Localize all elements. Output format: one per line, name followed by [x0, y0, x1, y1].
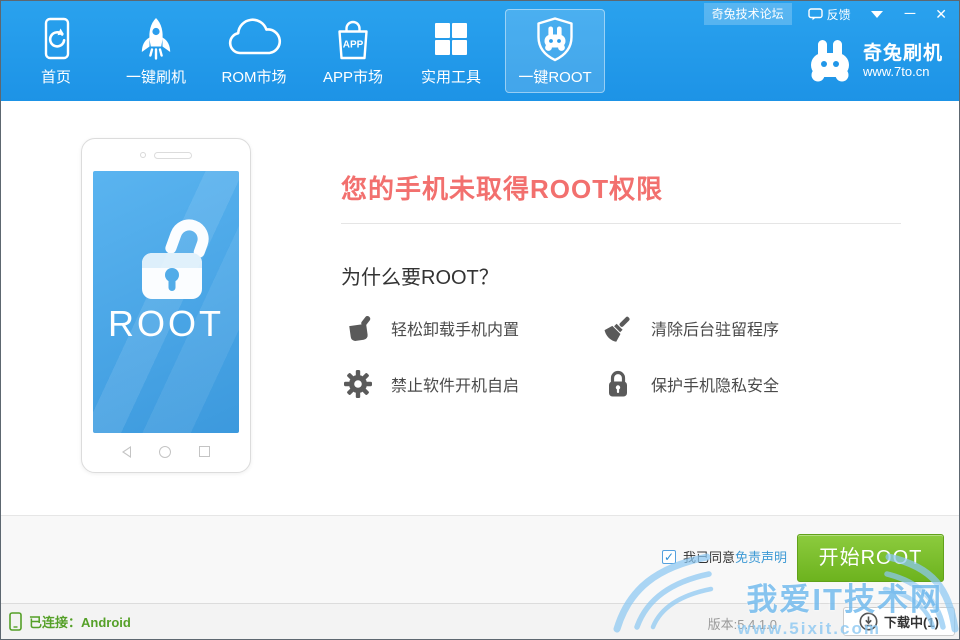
header: 首页 一键刷机 ROM市场: [1, 1, 959, 101]
feature-privacy: 保护手机隐私安全: [603, 369, 779, 399]
minimize-button[interactable]: ─: [905, 7, 916, 21]
tab-home[interactable]: 首页: [6, 9, 106, 93]
status-bar: 已连接：Android 版本:5.4.1.0 下载中(1): [1, 603, 959, 639]
menu-caret-icon[interactable]: [871, 11, 883, 18]
rabbit-logo-icon: [807, 39, 853, 83]
action-bar: ✓ 我已同意 免责声明 开始ROOT: [1, 515, 959, 603]
phone-root-text: ROOT: [93, 303, 239, 345]
tab-tools[interactable]: 实用工具: [401, 9, 501, 93]
feature-label: 保护手机隐私安全: [651, 372, 779, 396]
lock-icon: [603, 369, 633, 399]
connected-phone-icon: [9, 612, 22, 631]
phone-nav-buttons: [82, 446, 250, 458]
close-button[interactable]: ✕: [935, 6, 947, 23]
page-title: 您的手机未取得ROOT权限: [341, 169, 663, 206]
phone-recent-icon: [199, 446, 210, 457]
tab-root-active[interactable]: 一键ROOT: [505, 9, 605, 93]
tab-tools-label: 实用工具: [421, 66, 481, 87]
gear-icon: [343, 369, 373, 399]
home-refresh-icon: [34, 14, 78, 64]
phone-back-icon: [122, 446, 131, 458]
feature-autostart: 禁止软件开机自启: [343, 369, 519, 399]
version-label: 版本:5.4.1.0: [708, 614, 777, 633]
download-label: 下载中(1): [884, 612, 939, 631]
tab-app-market[interactable]: APP APP市场: [303, 9, 403, 93]
phone-camera-dot: [140, 152, 146, 158]
feature-clean: 清除后台驻留程序: [603, 313, 779, 343]
download-button[interactable]: 下载中(1): [843, 607, 955, 636]
forum-button[interactable]: 奇兔技术论坛: [704, 3, 792, 25]
tab-rom-market[interactable]: ROM市场: [204, 9, 304, 93]
tab-app-label: APP市场: [323, 66, 383, 87]
agree-label: 我已同意: [683, 547, 735, 566]
app-window: 首页 一键刷机 ROM市场: [0, 0, 960, 640]
phone-illustration: ROOT: [81, 138, 251, 473]
tab-flash[interactable]: 一键刷机: [106, 9, 206, 93]
app-bag-icon: APP: [329, 14, 377, 64]
speech-bubble-icon: [808, 8, 823, 21]
connection-status: 已连接：Android: [9, 604, 131, 639]
feature-label: 清除后台驻留程序: [651, 316, 779, 340]
feedback-button[interactable]: 反馈: [808, 6, 851, 23]
window-topbar: 奇兔技术论坛 反馈 ─ ✕: [704, 4, 953, 24]
shield-rabbit-icon: [531, 14, 579, 64]
disclaimer-link[interactable]: 免责声明: [735, 547, 787, 566]
cloud-icon: [226, 14, 282, 64]
agree-checkbox[interactable]: ✓: [662, 550, 676, 564]
tab-home-label: 首页: [41, 66, 71, 87]
app-logo: 奇兔刷机 www.7to.cn: [807, 39, 943, 83]
feedback-label: 反馈: [827, 6, 851, 23]
feature-label: 禁止软件开机自启: [391, 372, 519, 396]
feature-label: 轻松卸载手机内置: [391, 316, 519, 340]
open-lock-icon: [122, 211, 222, 308]
brush-icon: [603, 313, 633, 343]
brand-url: www.7to.cn: [863, 64, 943, 79]
svg-text:APP: APP: [343, 40, 364, 51]
feature-uninstall: 轻松卸载手机内置: [343, 313, 519, 343]
download-icon: [859, 612, 878, 631]
tab-root-label: 一键ROOT: [518, 66, 591, 87]
brand-name: 奇兔刷机: [863, 44, 943, 64]
uninstall-icon: [343, 313, 373, 343]
phone-speaker-slot: [154, 152, 192, 159]
phone-home-icon: [159, 446, 171, 458]
tab-flash-label: 一键刷机: [126, 66, 186, 87]
tab-rom-label: ROM市场: [222, 66, 287, 87]
title-divider: [341, 223, 901, 224]
agree-row: ✓ 我已同意 免责声明: [662, 547, 787, 566]
phone-screen: ROOT: [93, 171, 239, 433]
start-root-button[interactable]: 开始ROOT: [797, 534, 944, 582]
grid-squares-icon: [433, 14, 469, 64]
connection-label: 已连接：Android: [29, 612, 131, 631]
main-content: ROOT 您的手机未取得ROOT权限 为什么要ROOT？: [1, 101, 959, 515]
rocket-icon: [134, 14, 178, 64]
why-root-heading: 为什么要ROOT？: [341, 261, 499, 290]
